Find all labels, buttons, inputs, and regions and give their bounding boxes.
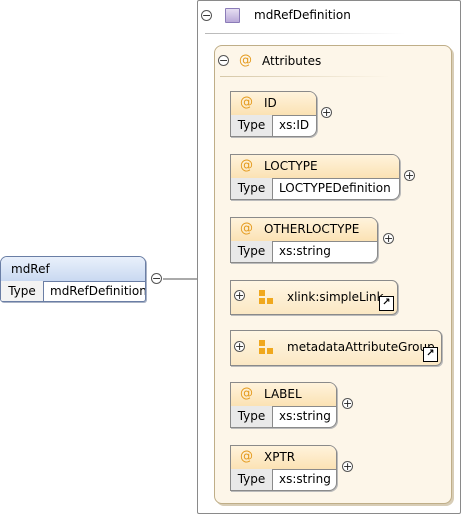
- attribute-name: LABEL: [264, 387, 302, 401]
- attribute-at-icon: @: [240, 221, 253, 236]
- element-type-label: Type: [1, 281, 44, 301]
- attribute-type-value: xs:string: [279, 472, 331, 486]
- attributes-label: Attributes: [262, 54, 322, 68]
- attribute-name: OTHERLOCTYPE: [264, 222, 360, 236]
- attribute-otherloctype[interactable]: @ OTHERLOCTYPE Type xs:string: [230, 217, 378, 263]
- expand-icon: +: [235, 340, 245, 353]
- attribute-type-label: Type: [231, 178, 273, 199]
- attribute-type-value: LOCTYPEDefinition: [279, 181, 391, 195]
- element-mdref[interactable]: mdRef Type mdRefDefinition: [0, 256, 146, 302]
- expand-simplelink-button[interactable]: +: [234, 290, 245, 301]
- collapse-icon: −: [202, 9, 212, 22]
- collapse-complex-type-button[interactable]: −: [201, 10, 212, 21]
- attribute-group-icon: [259, 340, 265, 346]
- ref-name: metadataAttributeGroup: [287, 340, 435, 354]
- expand-icon: +: [322, 106, 332, 119]
- attribute-id[interactable]: @ ID Type xs:ID: [230, 91, 317, 137]
- attributes-at-icon: @: [239, 53, 252, 68]
- attribute-name: XPTR: [264, 450, 296, 464]
- expand-xptr-button[interactable]: +: [342, 461, 353, 472]
- element-name: mdRef: [11, 262, 50, 276]
- attribute-group-icon-part: [259, 298, 265, 304]
- expand-loctype-button[interactable]: +: [404, 170, 415, 181]
- ref-xlink-simplelink[interactable]: xlink:simpleLink ↗: [230, 280, 398, 315]
- expand-otherloctype-button[interactable]: +: [383, 233, 394, 244]
- attribute-xptr[interactable]: @ XPTR Type xs:string: [230, 445, 337, 491]
- expand-id-button[interactable]: +: [321, 107, 332, 118]
- collapse-icon: −: [152, 272, 162, 285]
- attribute-at-icon: @: [240, 449, 253, 464]
- expand-icon: +: [384, 232, 394, 245]
- ref-metadata-attribute-group[interactable]: metadataAttributeGroup ↗: [230, 330, 442, 366]
- expand-metadata-group-button[interactable]: +: [234, 341, 245, 352]
- collapse-icon: −: [219, 54, 229, 67]
- attribute-type-label: Type: [231, 469, 273, 490]
- attribute-group-icon-part: [267, 348, 273, 354]
- attribute-at-icon: @: [240, 95, 253, 110]
- expand-icon: +: [235, 289, 245, 302]
- complex-type-divider: [205, 33, 405, 34]
- attribute-loctype[interactable]: @ LOCTYPE Type LOCTYPEDefinition: [230, 154, 400, 200]
- attribute-name: ID: [264, 96, 277, 110]
- attribute-at-icon: @: [240, 386, 253, 401]
- expand-icon: +: [343, 397, 353, 410]
- complex-type-icon: [225, 8, 240, 23]
- attribute-type-label: Type: [231, 241, 273, 262]
- attribute-type-value: xs:ID: [279, 118, 310, 132]
- collapse-attributes-button[interactable]: −: [218, 55, 229, 66]
- attribute-label[interactable]: @ LABEL Type xs:string: [230, 382, 337, 428]
- attribute-group-icon-part: [259, 348, 265, 354]
- attribute-group-icon-part: [267, 298, 273, 304]
- link-icon[interactable]: ↗: [379, 296, 394, 311]
- ref-name: xlink:simpleLink: [287, 290, 384, 304]
- attribute-type-value: xs:string: [279, 244, 331, 258]
- collapse-mdref-button[interactable]: −: [151, 273, 162, 284]
- attribute-type-value: xs:string: [279, 409, 331, 423]
- attribute-name: LOCTYPE: [264, 159, 318, 173]
- attribute-group-icon: [259, 290, 265, 296]
- attribute-at-icon: @: [240, 158, 253, 173]
- expand-label-button[interactable]: +: [342, 398, 353, 409]
- expand-icon: +: [343, 460, 353, 473]
- link-icon[interactable]: ↗: [423, 347, 438, 362]
- complex-type-name: mdRefDefinition: [254, 8, 351, 22]
- attribute-type-label: Type: [231, 115, 273, 136]
- element-type-value: mdRefDefinition: [50, 284, 146, 298]
- attribute-type-label: Type: [231, 406, 273, 427]
- expand-icon: +: [405, 169, 415, 182]
- attributes-divider: [220, 76, 390, 77]
